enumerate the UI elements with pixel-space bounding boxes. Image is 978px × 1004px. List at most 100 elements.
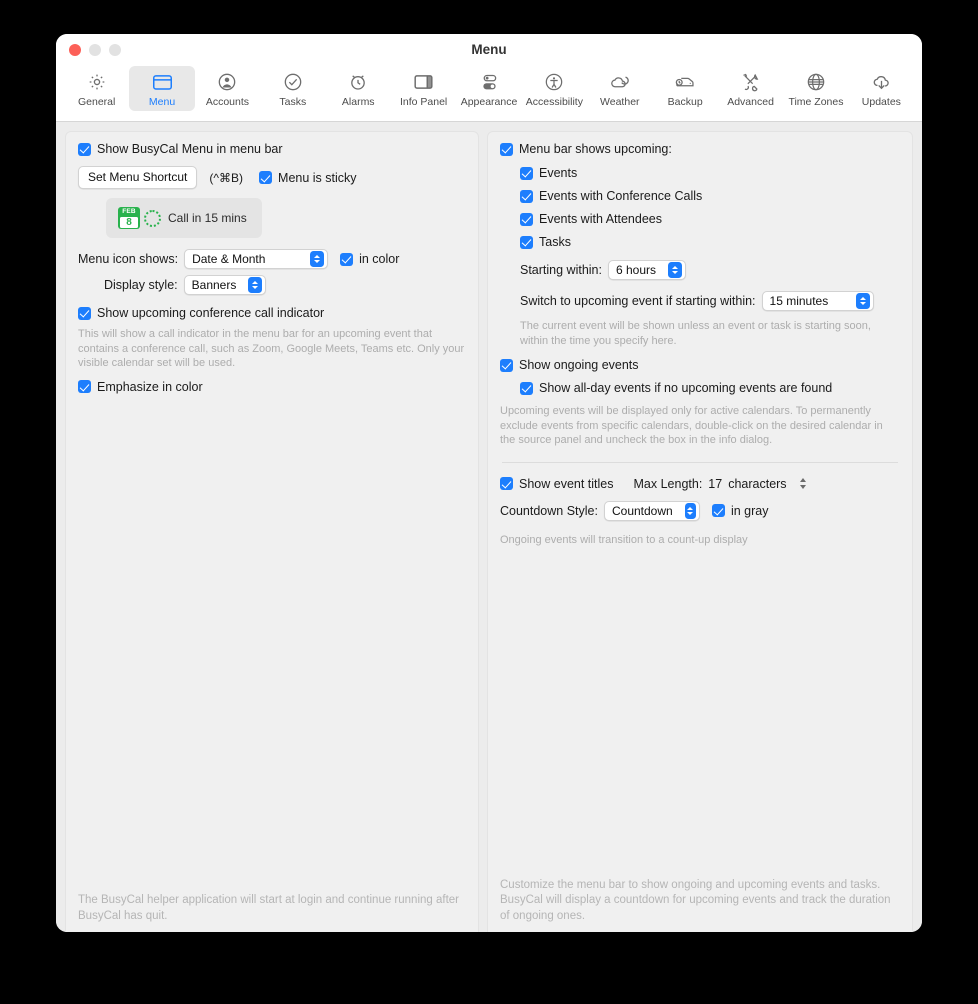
cloud-moon-icon — [607, 70, 633, 94]
menu-bar-shows-row[interactable]: Menu bar shows upcoming: — [500, 142, 900, 156]
accessibility-icon — [541, 70, 567, 94]
countdown-in-gray-label: in gray — [730, 503, 769, 518]
calendar-date-icon: FEB 8 — [118, 207, 140, 229]
toolbar-label-alarms: Alarms — [341, 96, 375, 108]
show-busycal-menu-label: Show BusyCal Menu in menu bar — [97, 142, 283, 156]
toolbar-item-advanced[interactable]: Advanced — [718, 66, 783, 111]
upcoming-conference-calls-checkbox[interactable] — [520, 189, 533, 203]
starting-within-select[interactable]: 6 hours — [607, 260, 686, 280]
show-busycal-menu-checkbox[interactable] — [78, 142, 91, 156]
show-ongoing-events-label: Show ongoing events — [519, 358, 639, 372]
toolbar-item-info-panel[interactable]: Info Panel — [391, 66, 456, 111]
show-busycal-menu-row[interactable]: Show BusyCal Menu in menu bar — [78, 142, 466, 156]
toolbar-item-time-zones[interactable]: Time Zones — [783, 66, 848, 111]
shortcut-value: (^⌘B) — [209, 170, 244, 185]
upcoming-conference-calls-label: Events with Conference Calls — [539, 189, 703, 203]
switch-upcoming-select[interactable]: 15 minutes — [761, 291, 874, 311]
toolbar-item-accessibility[interactable]: Accessibility — [522, 66, 587, 111]
right-panel-footer-text: Customize the menu bar to show ongoing a… — [500, 878, 891, 922]
show-allday-events-checkbox[interactable] — [520, 381, 533, 395]
show-allday-events-row[interactable]: Show all-day events if no upcoming event… — [520, 381, 900, 395]
toolbar-label-menu: Menu — [148, 96, 176, 108]
countdown-style-select[interactable]: Countdown — [603, 500, 700, 521]
show-allday-events-label: Show all-day events if no upcoming event… — [539, 381, 833, 395]
toolbar-label-info-panel: Info Panel — [399, 96, 448, 108]
conference-indicator-row[interactable]: Show upcoming conference call indicator — [78, 306, 466, 320]
menu-icon-shows-row: Menu icon shows: Date & Month in color — [78, 249, 466, 269]
calendar-day-label: 8 — [120, 217, 138, 228]
upcoming-attendees-row[interactable]: Events with Attendees — [520, 212, 900, 226]
right-settings-panel: Menu bar shows upcoming: Events Events w… — [487, 131, 913, 932]
upcoming-conference-calls-row[interactable]: Events with Conference Calls — [520, 189, 900, 203]
menu-icon-in-color-checkbox[interactable] — [340, 252, 354, 266]
window-title: Menu — [471, 42, 507, 57]
emphasize-color-row[interactable]: Emphasize in color — [78, 380, 466, 394]
upcoming-events-label: Events — [539, 166, 578, 180]
menu-bar-shows-upcoming-label: Menu bar shows upcoming: — [519, 142, 672, 156]
upcoming-events-row[interactable]: Events — [520, 166, 900, 180]
tools-cross-icon — [738, 70, 764, 94]
checkmark-circle-icon — [280, 70, 306, 94]
globe-icon — [803, 70, 829, 94]
side-panel-icon — [411, 70, 437, 94]
chevron-updown-icon — [668, 262, 682, 278]
max-length-unit: characters — [728, 476, 787, 491]
starting-within-label: Starting within: — [520, 263, 602, 277]
title-bar: Menu — [56, 34, 922, 64]
left-settings-panel: Show BusyCal Menu in menu bar Set Menu S… — [65, 131, 479, 932]
countdown-style-row: Countdown Style: Countdown in gray — [500, 500, 900, 521]
active-calendars-help: Upcoming events will be displayed only f… — [500, 405, 883, 446]
section-divider — [502, 461, 898, 463]
max-length-stepper[interactable] — [797, 475, 810, 493]
upcoming-tasks-row[interactable]: Tasks — [520, 235, 900, 249]
upcoming-attendees-checkbox[interactable] — [520, 212, 533, 226]
menu-icon-shows-value: Date & Month — [192, 252, 266, 266]
toolbar-item-alarms[interactable]: Alarms — [326, 66, 391, 111]
upcoming-events-checkbox[interactable] — [520, 166, 533, 180]
gear-icon — [84, 70, 110, 94]
countdown-style-value: Countdown — [611, 503, 673, 518]
menu-icon-in-color-label: in color — [359, 252, 400, 266]
backup-disk-icon — [672, 70, 698, 94]
menu-bar-shows-upcoming-checkbox[interactable] — [500, 142, 513, 156]
starting-within-value: 6 hours — [615, 263, 657, 277]
display-style-row: Display style: Banners — [78, 275, 466, 295]
toggles-icon — [476, 70, 502, 94]
chevron-updown-icon — [310, 251, 325, 267]
display-style-select[interactable]: Banners — [183, 275, 267, 295]
switch-upcoming-label: Switch to upcoming event if starting wit… — [520, 294, 756, 308]
toolbar-item-general[interactable]: General — [64, 66, 129, 111]
toolbar-item-updates[interactable]: Updates — [849, 66, 914, 111]
toolbar-item-weather[interactable]: Weather — [587, 66, 652, 111]
display-style-label: Display style: — [104, 278, 178, 292]
toolbar-item-accounts[interactable]: Accounts — [195, 66, 260, 111]
toolbar-label-accessibility: Accessibility — [525, 96, 583, 108]
countdown-in-gray-checkbox[interactable] — [711, 504, 725, 517]
menu-icon-shows-label: Menu icon shows: — [78, 252, 179, 266]
show-ongoing-events-row[interactable]: Show ongoing events — [500, 358, 900, 372]
show-ongoing-events-checkbox[interactable] — [500, 358, 513, 372]
max-length-label: Max Length: — [633, 476, 703, 491]
toolbar-label-weather: Weather — [600, 96, 640, 108]
emphasize-in-color-checkbox[interactable] — [78, 380, 91, 393]
chevron-updown-icon — [248, 277, 263, 293]
toolbar-item-appearance[interactable]: Appearance — [456, 66, 521, 111]
toolbar-label-general: General — [77, 96, 116, 108]
max-length-value[interactable]: 17 — [708, 477, 722, 491]
toolbar-item-menu[interactable]: Menu — [129, 66, 195, 111]
countdown-style-label: Countdown Style: — [500, 503, 598, 518]
menu-icon-shows-select[interactable]: Date & Month — [184, 249, 329, 269]
conference-indicator-checkbox[interactable] — [78, 306, 91, 320]
toolbar-item-backup[interactable]: Backup — [652, 66, 717, 111]
menu-bar-preview: FEB 8 Call in 15 mins — [106, 198, 262, 238]
toolbar-item-tasks[interactable]: Tasks — [260, 66, 325, 111]
set-menu-shortcut-button[interactable]: Set Menu Shortcut — [78, 166, 198, 189]
upcoming-tasks-checkbox[interactable] — [520, 235, 533, 249]
alarm-clock-icon — [345, 70, 371, 94]
menu-is-sticky-label: Menu is sticky — [278, 170, 357, 185]
conference-call-indicator-icon — [144, 209, 161, 227]
emphasize-in-color-label: Emphasize in color — [97, 379, 203, 394]
show-event-titles-checkbox[interactable] — [500, 477, 513, 490]
countdown-help: Ongoing events will transition to a coun… — [500, 533, 748, 546]
menu-is-sticky-checkbox[interactable] — [259, 171, 273, 184]
